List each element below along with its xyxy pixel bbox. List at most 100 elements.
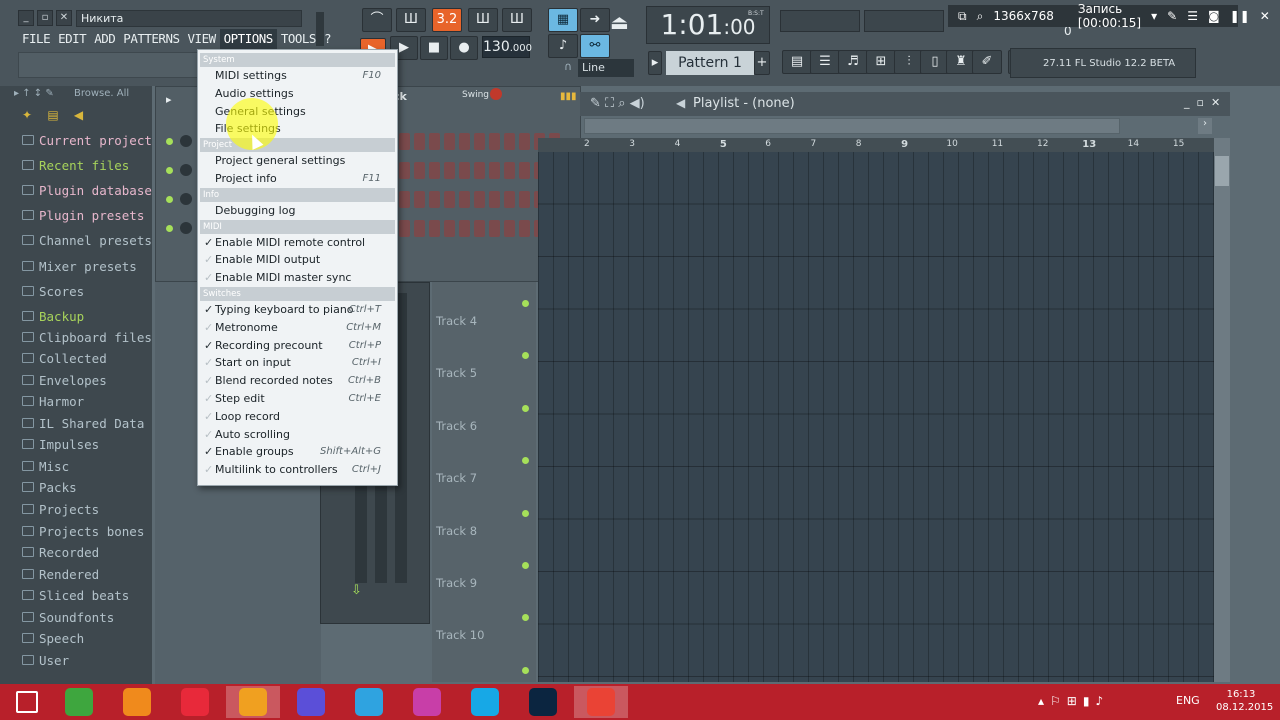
- browser-filter[interactable]: Browse. All: [74, 88, 129, 99]
- menu-item[interactable]: ✓ Recording precount Ctrl+P: [200, 337, 395, 354]
- stop-button[interactable]: ■: [420, 36, 448, 60]
- browser-item[interactable]: Speech: [22, 628, 146, 648]
- browser-item[interactable]: Projects: [22, 499, 146, 519]
- window-mode-icon[interactable]: ⧉: [958, 9, 967, 24]
- menu-item[interactable]: MIDI settings F10: [200, 67, 395, 84]
- step-sequencer-icon[interactable]: ⊞: [866, 50, 896, 74]
- menu-edit[interactable]: EDIT: [54, 29, 90, 49]
- browser-item[interactable]: Recorded: [22, 542, 146, 562]
- browser-item[interactable]: Channel presets: [22, 230, 152, 250]
- camera-icon[interactable]: ◙: [1208, 9, 1220, 23]
- menu-item[interactable]: Audio settings: [200, 85, 395, 102]
- search-icon[interactable]: ⌕: [977, 9, 984, 24]
- snap-mode-select[interactable]: Line: [578, 59, 634, 77]
- chevron-down-icon[interactable]: ▾: [1151, 9, 1157, 23]
- menu-item[interactable]: ✓ Multilink to controllers Ctrl+J: [200, 461, 395, 478]
- step-pad[interactable]: [504, 162, 515, 179]
- browser-item[interactable]: Harmor: [22, 391, 146, 411]
- tray-language[interactable]: ENG: [1176, 694, 1200, 707]
- taskbar-chrome[interactable]: [574, 686, 628, 718]
- slide-icon[interactable]: ♪: [548, 34, 578, 58]
- browser-item[interactable]: Projects bones: [22, 521, 146, 541]
- step-pad[interactable]: [459, 220, 470, 237]
- browser-item[interactable]: Backup: [22, 306, 146, 326]
- metronome-icon[interactable]: ⌒: [362, 8, 392, 32]
- step-pad[interactable]: [489, 133, 500, 150]
- step-pad[interactable]: [414, 133, 425, 150]
- tray-icons[interactable]: ▴⚐⊞▮♪: [1038, 694, 1109, 708]
- menu-item[interactable]: ✓ Blend recorded notes Ctrl+B: [200, 372, 395, 389]
- browser-item[interactable]: User: [22, 650, 146, 670]
- news-panel[interactable]: 27.11 FL Studio 12.2 BETA: [1010, 48, 1196, 78]
- step-pad[interactable]: [399, 191, 410, 208]
- channel-mute-led[interactable]: [166, 167, 173, 174]
- step-pad[interactable]: [474, 191, 485, 208]
- step-pad[interactable]: [414, 220, 425, 237]
- track-enable-led[interactable]: [522, 667, 529, 674]
- master-volume-slider[interactable]: [316, 12, 324, 46]
- menu-item[interactable]: ✓ Enable MIDI master sync: [200, 269, 395, 286]
- channel-rack-arrow-icon[interactable]: ▸: [166, 93, 172, 106]
- taskbar-fl-studio[interactable]: [226, 686, 280, 718]
- step-pad[interactable]: [399, 133, 410, 150]
- channel-mute-led[interactable]: [166, 225, 173, 232]
- swing-knob[interactable]: [490, 88, 502, 100]
- browser-item[interactable]: Impulses: [22, 434, 146, 454]
- browser-item[interactable]: Misc: [22, 456, 146, 476]
- step-pad[interactable]: [444, 220, 455, 237]
- browser-item[interactable]: Packs: [22, 477, 146, 497]
- step-pad[interactable]: [429, 191, 440, 208]
- menu-item[interactable]: Debugging log: [200, 202, 395, 219]
- taskbar-media-recorder[interactable]: [168, 686, 222, 718]
- step-pad[interactable]: [474, 162, 485, 179]
- menu-file[interactable]: FILE: [18, 29, 54, 49]
- playlist-ruler[interactable]: 2 3 4 5 6 7 8 9 10 11 12 13 14 15: [538, 138, 1214, 152]
- tray-clock[interactable]: 16:13 08.12.2015: [1216, 688, 1273, 714]
- step-pad[interactable]: [459, 191, 470, 208]
- settings-icon[interactable]: ☰: [1187, 9, 1198, 23]
- track-name[interactable]: Track 10: [436, 628, 484, 642]
- step-pad[interactable]: [504, 133, 515, 150]
- track-name[interactable]: Track 9: [436, 576, 477, 590]
- step-pad[interactable]: [459, 133, 470, 150]
- track-enable-led[interactable]: [522, 300, 529, 307]
- taskbar-utorrent[interactable]: [52, 686, 106, 718]
- channel-mute-led[interactable]: [166, 196, 173, 203]
- tempo-display[interactable]: 130.000: [482, 36, 532, 58]
- track-enable-led[interactable]: [522, 405, 529, 412]
- track-enable-led[interactable]: [522, 562, 529, 569]
- taskbar-settings[interactable]: [284, 686, 338, 718]
- project-title-field[interactable]: Никита: [76, 10, 302, 27]
- track-enable-led[interactable]: [522, 457, 529, 464]
- browser-icon[interactable]: ✐: [972, 50, 1002, 74]
- step-pad[interactable]: [474, 133, 485, 150]
- browser-item[interactable]: Envelopes: [22, 370, 146, 390]
- browser-item[interactable]: Collected: [22, 348, 146, 368]
- step-pad[interactable]: [519, 191, 530, 208]
- menu-item[interactable]: ✓ Loop record: [200, 408, 395, 425]
- browser-toolbar[interactable]: ✦ ▤ ◀: [22, 108, 146, 128]
- channel-pan-knob[interactable]: [180, 164, 192, 176]
- step-pad[interactable]: [459, 162, 470, 179]
- step-pad[interactable]: [519, 133, 530, 150]
- step-pad[interactable]: [474, 220, 485, 237]
- playlist-grid[interactable]: [538, 152, 1214, 682]
- pattern-prev-icon[interactable]: ▸: [648, 51, 662, 75]
- menu-tools[interactable]: TOOLS: [277, 29, 320, 49]
- minimize-icon[interactable]: _: [18, 10, 34, 26]
- menu-item[interactable]: Project info F11: [200, 170, 395, 187]
- track-name[interactable]: Track 4: [436, 314, 477, 328]
- menu-item[interactable]: ✓ Start on input Ctrl+I: [200, 354, 395, 371]
- menu-options[interactable]: OPTIONS: [219, 29, 277, 49]
- taskbar-windows-start[interactable]: [0, 686, 54, 718]
- scroll-right-icon[interactable]: ›: [1198, 118, 1212, 134]
- taskbar-skype[interactable]: [458, 686, 512, 718]
- step-pad[interactable]: [504, 191, 515, 208]
- rack-grid-icon[interactable]: ▮▮▮: [560, 91, 577, 102]
- browser-item[interactable]: IL Shared Data: [22, 413, 146, 433]
- track-name[interactable]: Track 5: [436, 366, 477, 380]
- step-pad[interactable]: [414, 162, 425, 179]
- step-pad[interactable]: [519, 220, 530, 237]
- close-icon[interactable]: ✕: [56, 10, 72, 26]
- track-name[interactable]: Track 6: [436, 419, 477, 433]
